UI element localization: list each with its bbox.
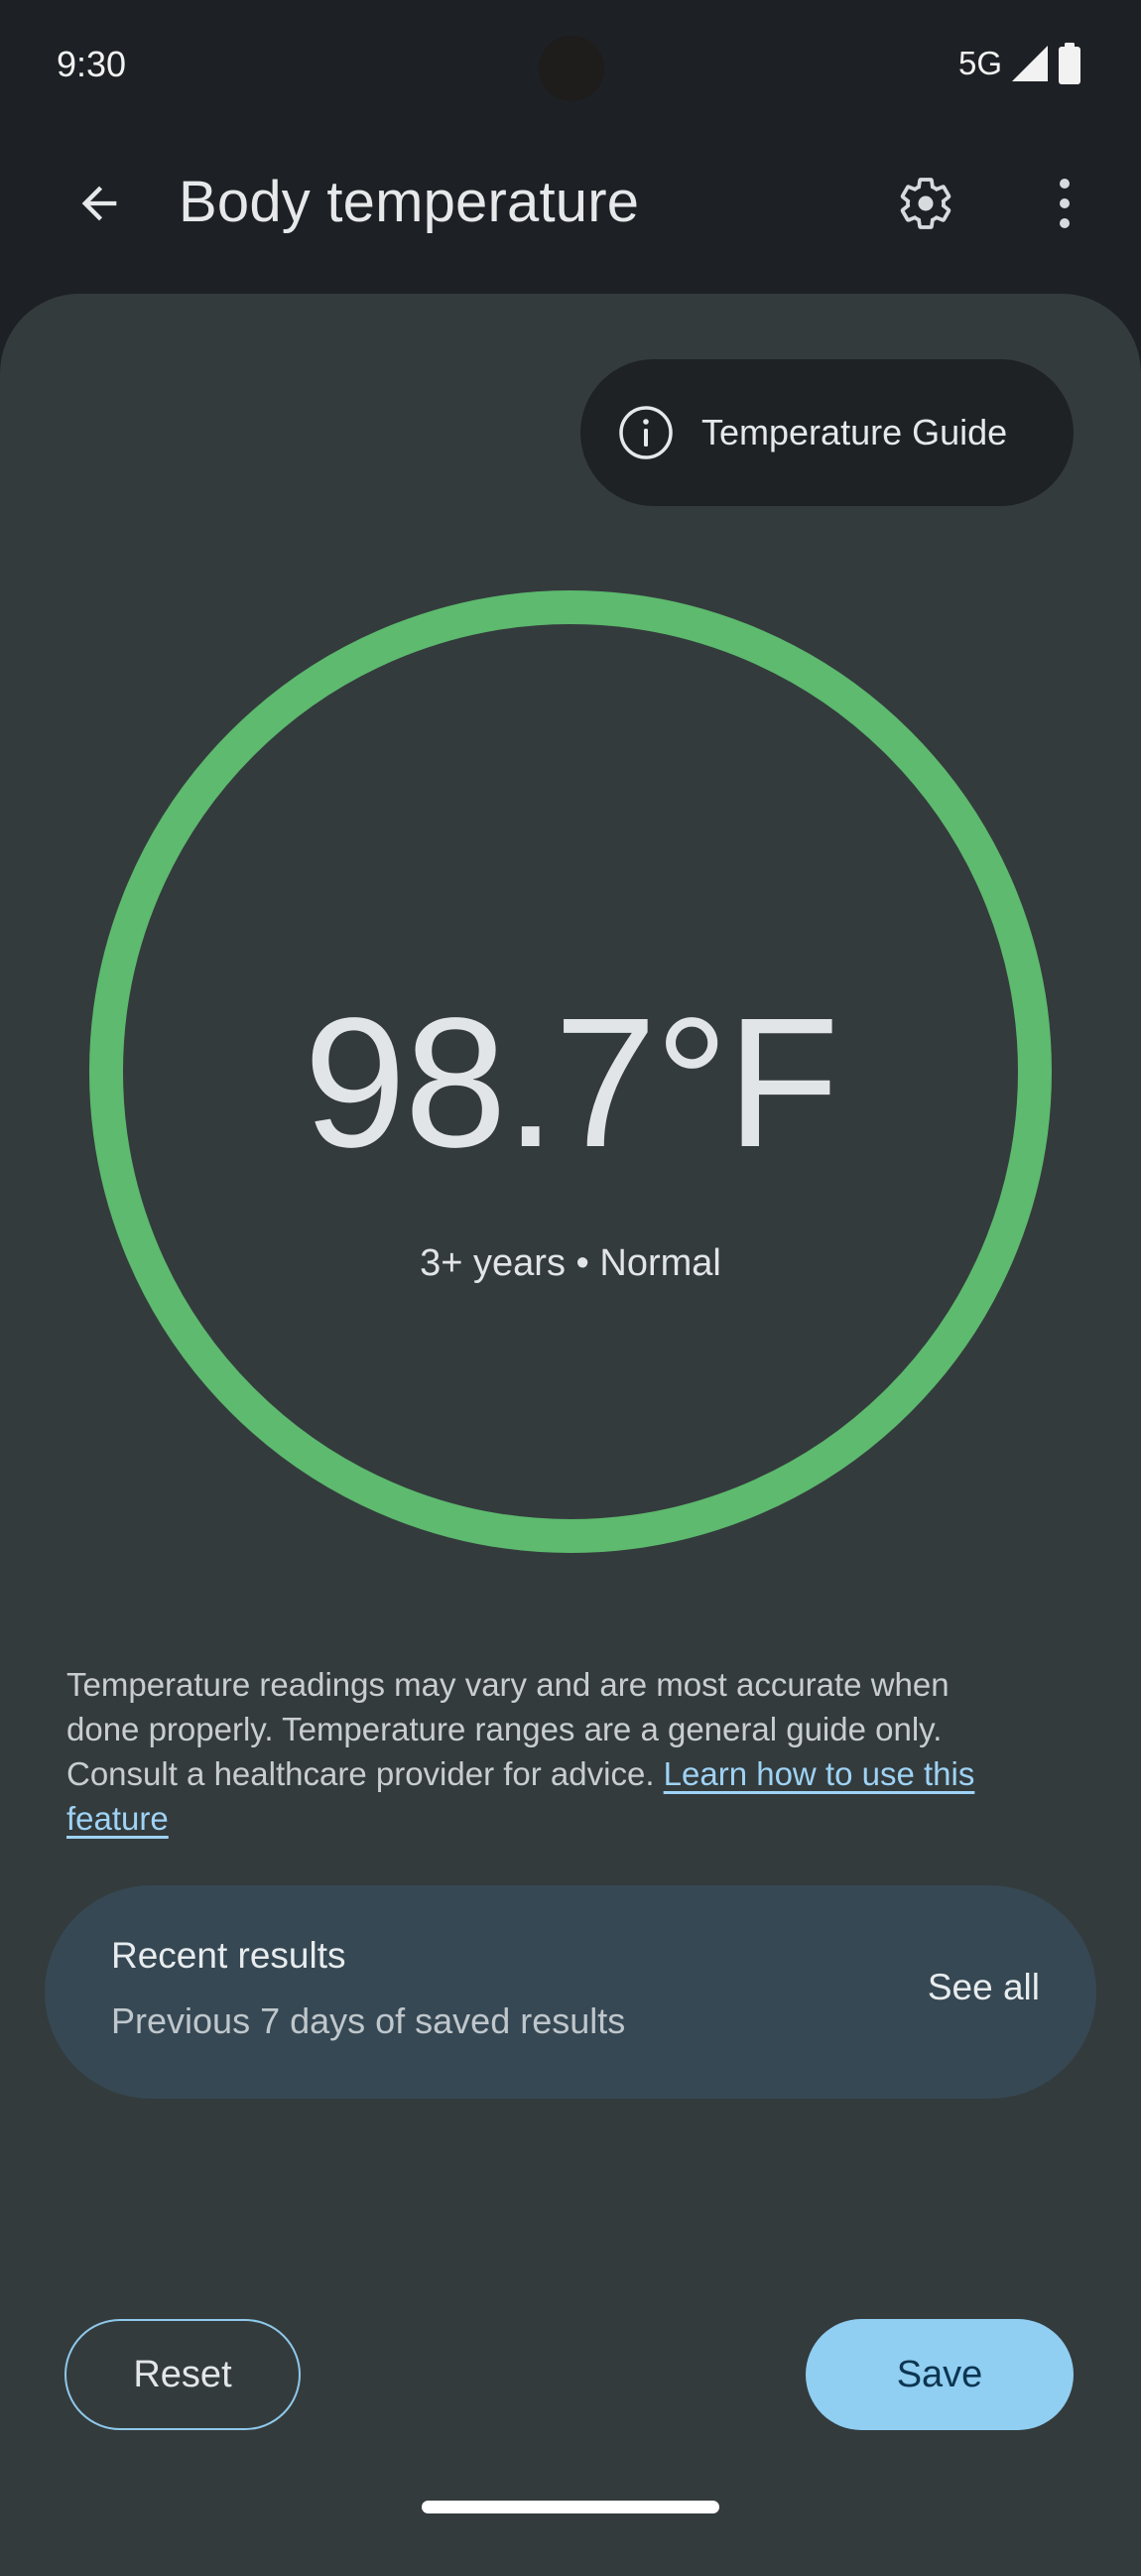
see-all-button[interactable]: See all (928, 1967, 1040, 2008)
recent-results-card[interactable]: Recent results Previous 7 days of saved … (45, 1885, 1096, 2099)
status-time: 9:30 (57, 44, 127, 84)
arrow-back-icon (81, 186, 117, 221)
home-indicator[interactable] (422, 2501, 719, 2513)
back-button[interactable] (69, 174, 129, 233)
more-vert-icon (1060, 179, 1070, 228)
front-camera (539, 36, 604, 101)
save-button[interactable]: Save (806, 2319, 1074, 2430)
disclaimer: Temperature readings may vary and are mo… (66, 1662, 1019, 1841)
content-surface (0, 294, 1141, 2576)
network-type: 5G (957, 45, 1002, 81)
temperature-guide-label: Temperature Guide (701, 412, 1008, 452)
temperature-guide-button[interactable]: Temperature Guide (580, 359, 1074, 506)
temperature-status: 3+ years • Normal (420, 1242, 721, 1284)
status-bar: 9:30 5G (0, 0, 1141, 129)
battery-icon (1059, 43, 1080, 84)
recent-results-subtitle: Previous 7 days of saved results (111, 2000, 626, 2041)
app-bar: Body temperature (0, 149, 1141, 258)
reset-button[interactable]: Reset (64, 2319, 301, 2430)
recent-results-title: Recent results (111, 1935, 346, 1976)
gear-icon (900, 178, 951, 229)
more-options-button[interactable] (1032, 171, 1097, 236)
status-icons: 5G (957, 43, 1081, 84)
signal-icon (1012, 46, 1048, 81)
page-title: Body temperature (179, 170, 640, 234)
settings-button[interactable] (893, 171, 958, 236)
info-icon (619, 406, 673, 459)
temperature-reading: 98.7°F (303, 980, 839, 1186)
